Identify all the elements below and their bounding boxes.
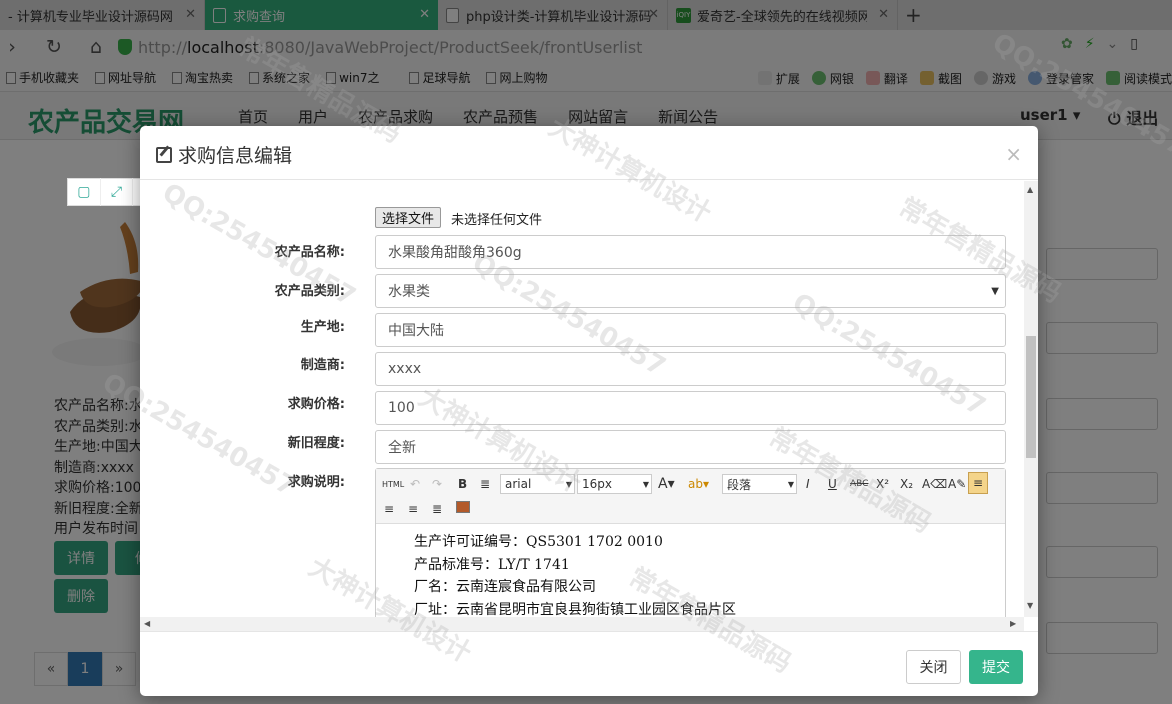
file-status: 未选择任何文件 [451, 213, 543, 228]
scroll-right-icon[interactable]: ▶ [1010, 619, 1016, 628]
form-row-condition: 新旧程度: 全新 [140, 430, 1024, 464]
origin-input[interactable]: 中国大陆 [375, 313, 1006, 347]
chevron-down-icon: ▼ [565, 479, 572, 489]
horizontal-scrollbar[interactable]: ◀ ▶ [140, 617, 1024, 631]
image-icon[interactable] [456, 501, 470, 513]
condition-input[interactable]: 全新 [375, 430, 1006, 464]
product-name-input[interactable]: 水果酸角甜酸角360g [375, 235, 1006, 269]
modal-body: 选择文件 未选择任何文件 农产品名称: 水果酸角甜酸角360g 农产品类别: 水… [140, 181, 1024, 617]
close-icon[interactable]: × [1005, 142, 1022, 166]
edit-icon [156, 146, 172, 163]
editor-content[interactable]: 生产许可证编号：QS5301 1702 0010 产品标准号：LY/T 1741… [414, 531, 736, 617]
choose-file-button[interactable]: 选择文件 [375, 207, 442, 228]
field-label: 农产品类别: [274, 284, 345, 299]
scroll-thumb[interactable] [1026, 336, 1036, 458]
form-row-name: 农产品名称: 水果酸角甜酸角360g [140, 235, 1024, 269]
align-right-icon[interactable]: ≡ [384, 499, 394, 519]
select-value: 水果类 [388, 284, 430, 300]
bold-icon[interactable]: B [458, 474, 467, 494]
form-row-maker: 制造商: xxxx [140, 352, 1024, 386]
editor-toolbar: HTML ↶ ↷ B ≣ arial ▼ 16px ▼ A▾ ab▾ 段落 ▼ I U… [376, 469, 1005, 524]
rich-text-editor: HTML ↶ ↷ B ≣ arial ▼ 16px ▼ A▾ ab▾ 段落 ▼ I U… [375, 468, 1006, 617]
chevron-down-icon: ▼ [642, 479, 649, 489]
modal-footer: 关闭 提交 [140, 631, 1038, 696]
subscript-icon[interactable]: X₂ [900, 474, 913, 494]
size-value: 16px [582, 477, 612, 491]
font-family-select[interactable]: arial ▼ [500, 474, 575, 494]
scroll-up-icon[interactable]: ▲ [1027, 185, 1033, 194]
undo-icon[interactable]: ↶ [410, 474, 420, 494]
redo-icon[interactable]: ↷ [432, 474, 442, 494]
field-label: 新旧程度: [287, 436, 345, 451]
category-select[interactable]: 水果类 ▼ [375, 274, 1006, 308]
modal-title: 求购信息编辑 [156, 141, 292, 168]
underline-icon[interactable]: U [828, 474, 837, 494]
font-size-select[interactable]: 16px ▼ [577, 474, 652, 494]
edit-modal: 求购信息编辑 × 选择文件 未选择任何文件 农产品名称: 水果酸角甜酸角360g… [140, 126, 1038, 696]
save-page-icon[interactable]: ▢ [68, 178, 101, 206]
html-source-icon[interactable]: HTML [382, 474, 404, 494]
font-color-icon[interactable]: A▾ [658, 474, 675, 494]
form-row-price: 求购价格: 100 [140, 391, 1024, 425]
scroll-down-icon[interactable]: ▼ [1027, 601, 1033, 610]
content-line: 生产许可证编号：QS5301 1702 0010 [414, 534, 663, 550]
form-row-origin: 生产地: 中国大陆 [140, 313, 1024, 347]
chevron-down-icon: ▼ [787, 479, 794, 489]
align-left-icon[interactable]: ≡ [968, 472, 988, 494]
content-line: 厂名：云南连宸食品有限公司 [414, 579, 596, 596]
highlight-icon[interactable]: ab▾ [688, 474, 709, 494]
content-line: 产品标准号：LY/T 1741 [414, 556, 570, 573]
field-label: 求购说明: [287, 475, 345, 490]
field-label: 制造商: [300, 358, 345, 373]
clear-format-icon[interactable]: A⌫ [922, 474, 947, 494]
field-label: 生产地: [300, 320, 345, 335]
close-button[interactable]: 关闭 [906, 650, 961, 684]
modal-title-text: 求购信息编辑 [178, 145, 293, 167]
field-label: 求购价格: [287, 397, 345, 412]
scroll-left-icon[interactable]: ◀ [144, 619, 150, 628]
format-icon[interactable]: ≣ [480, 474, 490, 494]
font-value: arial [505, 477, 532, 491]
fullscreen-icon[interactable]: ⤢ [101, 178, 134, 206]
modal-header: 求购信息编辑 × [140, 126, 1038, 180]
auto-format-icon[interactable]: A✎ [948, 474, 966, 494]
superscript-icon[interactable]: X² [876, 474, 889, 494]
align-center-icon[interactable]: ≡ [408, 499, 418, 519]
vertical-scrollbar[interactable]: ▲ ▼ [1024, 181, 1038, 617]
form-row-category: 农产品类别: 水果类 ▼ [140, 274, 1024, 308]
field-label: 农产品名称: [274, 245, 345, 260]
paragraph-select[interactable]: 段落 ▼ [722, 474, 797, 494]
content-line: 厂址：云南省昆明市宜良县狗街镇工业园区食品片区 [414, 602, 736, 617]
block-value: 段落 [727, 477, 752, 492]
chevron-down-icon: ▼ [991, 286, 999, 297]
price-input[interactable]: 100 [375, 391, 1006, 425]
strikethrough-icon[interactable]: ABC [850, 474, 868, 494]
maker-input[interactable]: xxxx [375, 352, 1006, 386]
align-justify-icon[interactable]: ≣ [432, 499, 442, 519]
submit-button[interactable]: 提交 [969, 650, 1023, 684]
italic-icon[interactable]: I [806, 474, 810, 494]
